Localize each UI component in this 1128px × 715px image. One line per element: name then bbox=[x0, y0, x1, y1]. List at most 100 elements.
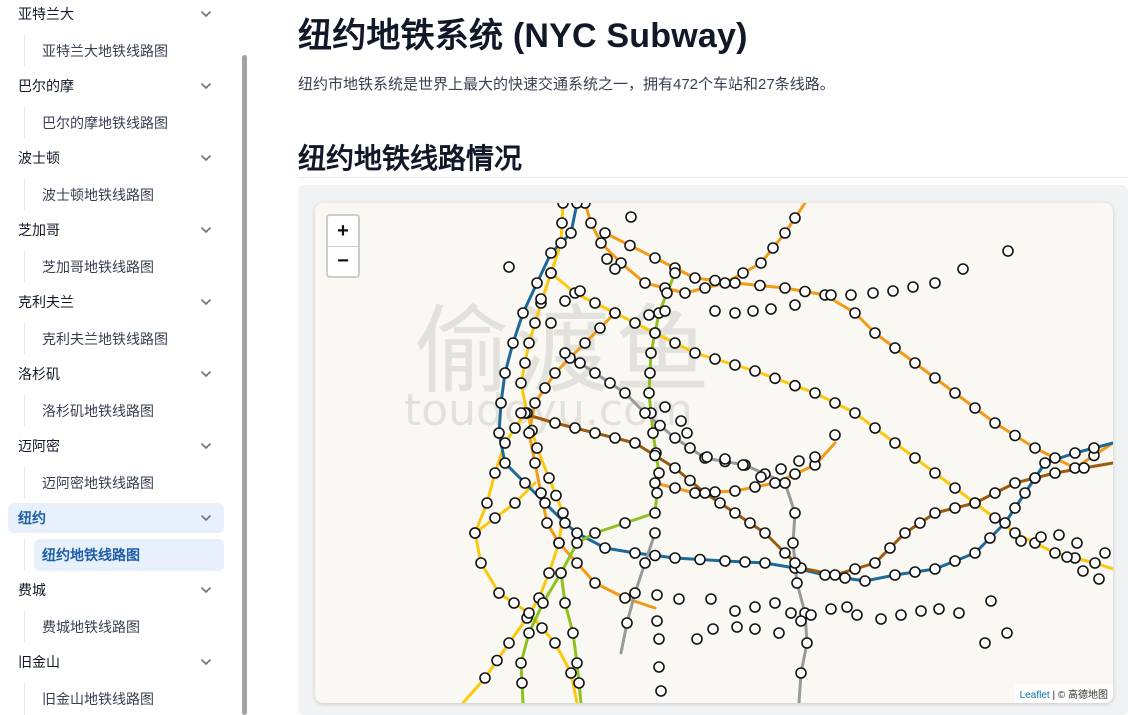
station-marker[interactable] bbox=[829, 397, 841, 409]
station-marker[interactable] bbox=[529, 397, 541, 409]
station-marker[interactable] bbox=[914, 517, 926, 529]
station-marker[interactable] bbox=[949, 502, 961, 514]
station-marker[interactable] bbox=[543, 472, 555, 484]
sidebar-city-toggle[interactable]: 旧金山 bbox=[8, 647, 224, 677]
sidebar-item-map-link[interactable]: 洛杉矶地铁线路图 bbox=[34, 395, 224, 427]
station-marker[interactable] bbox=[659, 305, 671, 317]
station-marker[interactable] bbox=[493, 587, 505, 599]
station-marker[interactable] bbox=[795, 615, 807, 627]
station-marker[interactable] bbox=[1015, 535, 1027, 547]
station-marker[interactable] bbox=[691, 633, 703, 645]
station-marker[interactable] bbox=[669, 482, 681, 494]
station-marker[interactable] bbox=[1001, 627, 1013, 639]
sidebar-item-map-link[interactable]: 巴尔的摩地铁线路图 bbox=[34, 107, 224, 139]
station-marker[interactable] bbox=[1049, 452, 1061, 464]
zoom-out-button[interactable]: − bbox=[328, 246, 358, 276]
station-marker[interactable] bbox=[809, 451, 821, 463]
station-marker[interactable] bbox=[785, 607, 797, 619]
sidebar-city-toggle[interactable]: 芝加哥 bbox=[8, 215, 224, 245]
station-marker[interactable] bbox=[969, 402, 981, 414]
station-marker[interactable] bbox=[589, 297, 601, 309]
station-marker[interactable] bbox=[481, 497, 493, 509]
sidebar-item-map-link[interactable]: 旧金山地铁线路图 bbox=[34, 683, 224, 715]
station-marker[interactable] bbox=[789, 468, 801, 480]
station-marker[interactable] bbox=[541, 517, 553, 529]
station-marker[interactable] bbox=[529, 317, 541, 329]
station-marker[interactable] bbox=[719, 277, 731, 289]
sidebar-item-map-link[interactable]: 亚特兰大地铁线路图 bbox=[34, 35, 224, 67]
station-marker[interactable] bbox=[549, 417, 561, 429]
station-marker[interactable] bbox=[789, 212, 801, 224]
station-marker[interactable] bbox=[953, 607, 965, 619]
station-marker[interactable] bbox=[669, 552, 681, 564]
station-marker[interactable] bbox=[749, 365, 761, 377]
station-marker[interactable] bbox=[604, 377, 616, 389]
station-marker[interactable] bbox=[535, 293, 547, 305]
station-marker[interactable] bbox=[549, 367, 561, 379]
station-marker[interactable] bbox=[933, 603, 945, 615]
station-marker[interactable] bbox=[787, 537, 799, 549]
station-marker[interactable] bbox=[839, 572, 851, 584]
station-marker[interactable] bbox=[649, 527, 661, 539]
station-marker[interactable] bbox=[719, 453, 731, 465]
station-marker[interactable] bbox=[949, 387, 961, 399]
station-marker[interactable] bbox=[539, 497, 551, 509]
station-marker[interactable] bbox=[989, 487, 1001, 499]
station-marker[interactable] bbox=[644, 367, 656, 379]
station-marker[interactable] bbox=[1019, 487, 1031, 499]
station-marker[interactable] bbox=[536, 622, 548, 634]
station-marker[interactable] bbox=[599, 542, 611, 554]
station-marker[interactable] bbox=[709, 274, 721, 287]
station-marker[interactable] bbox=[759, 527, 771, 539]
station-marker[interactable] bbox=[523, 337, 535, 349]
station-marker[interactable] bbox=[573, 677, 585, 689]
station-marker[interactable] bbox=[849, 307, 861, 319]
station-marker[interactable] bbox=[689, 487, 701, 499]
station-marker[interactable] bbox=[643, 309, 655, 321]
station-marker[interactable] bbox=[571, 527, 583, 539]
station-marker[interactable] bbox=[769, 372, 781, 385]
station-marker[interactable] bbox=[1061, 551, 1073, 563]
station-marker[interactable] bbox=[509, 422, 521, 434]
station-marker[interactable] bbox=[979, 637, 991, 649]
station-marker[interactable] bbox=[1053, 529, 1065, 541]
station-marker[interactable] bbox=[729, 507, 741, 519]
station-marker[interactable] bbox=[769, 597, 781, 609]
station-marker[interactable] bbox=[621, 617, 633, 629]
station-marker[interactable] bbox=[557, 203, 569, 209]
station-marker[interactable] bbox=[649, 549, 661, 562]
station-marker[interactable] bbox=[571, 657, 583, 669]
sidebar-item-map-link[interactable]: 纽约地铁线路图 bbox=[34, 539, 224, 571]
station-marker[interactable] bbox=[649, 252, 661, 264]
station-marker[interactable] bbox=[779, 547, 791, 559]
station-marker[interactable] bbox=[849, 563, 861, 575]
station-marker[interactable] bbox=[651, 615, 663, 627]
station-marker[interactable] bbox=[719, 555, 731, 567]
station-marker[interactable] bbox=[1009, 429, 1021, 442]
station-marker[interactable] bbox=[503, 637, 515, 649]
station-marker[interactable] bbox=[899, 527, 911, 539]
station-marker[interactable] bbox=[1035, 531, 1047, 543]
station-marker[interactable] bbox=[731, 621, 743, 633]
sidebar-item-map-link[interactable]: 芝加哥地铁线路图 bbox=[34, 251, 224, 283]
station-marker[interactable] bbox=[559, 597, 571, 609]
station-marker[interactable] bbox=[984, 532, 996, 544]
station-marker[interactable] bbox=[969, 497, 981, 509]
station-marker[interactable] bbox=[655, 685, 667, 697]
station-marker[interactable] bbox=[643, 387, 655, 399]
station-marker[interactable] bbox=[619, 592, 631, 604]
station-marker[interactable] bbox=[749, 601, 761, 613]
station-marker[interactable] bbox=[809, 387, 821, 399]
station-marker[interactable] bbox=[629, 587, 641, 599]
station-marker[interactable] bbox=[651, 589, 663, 601]
zoom-in-button[interactable]: + bbox=[328, 216, 358, 247]
station-marker[interactable] bbox=[529, 457, 541, 469]
station-marker[interactable] bbox=[929, 507, 941, 519]
station-marker[interactable] bbox=[989, 417, 1001, 429]
station-marker[interactable] bbox=[624, 239, 636, 252]
sidebar-item-map-link[interactable]: 费城地铁线路图 bbox=[34, 611, 224, 643]
station-marker[interactable] bbox=[556, 217, 568, 229]
station-marker[interactable] bbox=[653, 661, 665, 673]
station-marker[interactable] bbox=[775, 463, 787, 475]
station-marker[interactable] bbox=[499, 367, 511, 379]
